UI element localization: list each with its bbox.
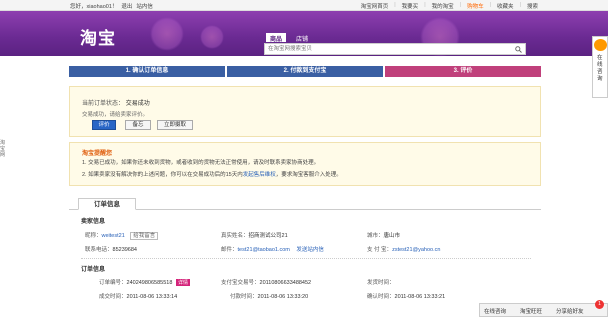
deal-time: 成交时间：2011-08-06 13:33:14 <box>99 292 177 300</box>
site-header: 淘宝 商品 店铺 <box>0 11 608 57</box>
seller-nick: 昵称：weitest21 给我留言 <box>85 231 159 240</box>
rate-button[interactable]: 评价 <box>92 120 116 130</box>
divider: | <box>394 2 396 8</box>
mytaobao-link[interactable]: 我的淘宝 <box>432 2 454 10</box>
wangwang-button[interactable]: 淘宝旺旺 <box>520 307 542 315</box>
tab-goods[interactable]: 商品 <box>266 33 287 43</box>
order-no-value: 240249806585518 <box>126 280 173 286</box>
tips-line-2-tail: ，要求淘宝客服介入处理。 <box>275 172 342 178</box>
order-number: 订单编号：240249806585518 详情 <box>99 278 190 286</box>
tips-line-1: 1. 交易已成功，如果你还未收到货物，或者收到的货物无法正常使用，请及时联系卖家… <box>82 160 320 166</box>
decoration-icon <box>150 17 184 51</box>
seller-row-1: 昵称：weitest21 给我留言 真实姓名：招商测试公司21 城市：唐山市 <box>85 231 535 240</box>
pay-time-value: 2011-08-06 13:33:20 <box>257 294 309 300</box>
ship-time: 发货时间： <box>367 278 395 286</box>
seller-phone: 联系电话：85239684 <box>85 245 137 253</box>
send-message-link[interactable]: 发送站内信 <box>296 247 324 253</box>
order-status-box: 当前订单状态： 交易成功 交易成功，请给卖家评价。 评价 备忘 立即摄取 <box>69 86 541 137</box>
status-line: 当前订单状态： 交易成功 <box>82 98 150 107</box>
divider: | <box>519 2 521 8</box>
buy-link[interactable]: 我要买 <box>402 2 419 10</box>
order-steps: 1. 确认订单信息 2. 付款到支付宝 3. 评价 <box>69 66 541 77</box>
order-section-title: 订单信息 <box>81 267 106 273</box>
alipay-label: 支 付 宝： <box>367 247 393 253</box>
step-2: 2. 付款到支付宝 <box>227 66 383 77</box>
order-row-1: 订单编号：240249806585518 详情 支付宝交易号：201108066… <box>85 278 535 286</box>
seller-realname: 真实姓名：招商测试公司21 <box>221 231 288 239</box>
search-input[interactable] <box>265 44 505 54</box>
notification-count-badge[interactable]: 1 <box>595 300 604 309</box>
logout-link[interactable]: 退出 <box>121 2 132 10</box>
city-value: 唐山市 <box>383 233 401 239</box>
home-link[interactable]: 淘宝网首页 <box>361 2 389 10</box>
status-hint: 交易成功，请给卖家评价。 <box>82 112 149 118</box>
tab-shop[interactable]: 店铺 <box>292 33 312 43</box>
nick-label: 昵称： <box>85 233 102 239</box>
section-divider <box>81 258 531 259</box>
pay-time: 付款时间：2011-08-06 13:33:20 <box>230 292 308 300</box>
deal-time-value: 2011-08-06 13:33:14 <box>126 294 178 300</box>
order-detail-badge[interactable]: 详情 <box>175 279 190 286</box>
taobao-tips-box: 淘宝提醒您 1. 交易已成功，如果你还未收到货物，或者收到的货物无法正常使用，请… <box>69 142 541 186</box>
seller-row-2: 联系电话：85239684 邮件：test21@taobao1.com 发送站内… <box>85 245 535 253</box>
phone-label: 联系电话： <box>85 247 113 253</box>
site-logo[interactable]: 淘宝 <box>80 24 116 49</box>
email-link[interactable]: test21@taobao1.com <box>238 247 290 253</box>
bottom-service-bar: 在线咨询 淘宝旺旺 分享给好友 1 <box>479 300 608 317</box>
memo-button[interactable]: 备忘 <box>125 120 151 130</box>
alipay-link[interactable]: zstest21@yahoo.cn <box>392 247 440 253</box>
divider: | <box>489 2 492 8</box>
leave-message-button[interactable]: 给我留言 <box>130 232 159 240</box>
mascot-icon <box>594 39 607 51</box>
seller-alipay: 支 付 宝：zstest21@yahoo.cn <box>367 245 440 253</box>
city-label: 城市： <box>367 233 384 239</box>
search-link[interactable]: 搜索 <box>527 2 538 10</box>
order-no-label: 订单编号： <box>99 280 127 286</box>
step-3: 3. 评价 <box>385 66 541 77</box>
immediate-button[interactable]: 立即摄取 <box>157 120 193 130</box>
step-1: 1. 确认订单信息 <box>69 66 225 77</box>
after-sale-link[interactable]: 发起售后维权 <box>243 172 276 178</box>
seller-email: 邮件：test21@taobao1.com 发送站内信 <box>221 245 324 253</box>
top-nav-bar: 您好，xiaohao01！ 退出 站内信 淘宝网首页 | 我要买 | 我的淘宝 … <box>0 0 608 11</box>
tips-title: 淘宝提醒您 <box>82 151 113 157</box>
divider: | <box>459 2 462 8</box>
tips-line-2: 2. 如果卖家没有解决你的上述问题，你可以在交易成功后的15天内发起售后维权，要… <box>82 170 342 178</box>
tab-order-info[interactable]: 订单信息 <box>78 198 136 210</box>
order-row-2: 成交时间：2011-08-06 13:33:14 付款时间：2011-08-06… <box>85 292 535 300</box>
divider: | <box>424 2 426 8</box>
seller-section-title: 卖家信息 <box>81 219 106 225</box>
order-info-panel: 卖家信息 昵称：weitest21 给我留言 真实姓名：招商测试公司21 城市：… <box>69 209 541 317</box>
decoration-icon <box>200 25 224 49</box>
status-label: 当前订单状态： <box>82 101 125 107</box>
realname-label: 真实姓名： <box>221 233 249 239</box>
seller-city: 城市：唐山市 <box>367 231 400 239</box>
favorites-link[interactable]: 收藏夹 <box>497 2 514 10</box>
confirm-time-value: 2011-08-06 13:33:21 <box>394 294 446 300</box>
online-service-label: 在线咨询 <box>597 55 603 82</box>
deal-time-label: 成交时间： <box>99 294 127 300</box>
status-value: 交易成功 <box>125 101 150 107</box>
consult-button[interactable]: 在线咨询 <box>484 307 506 315</box>
cart-link[interactable]: 购物车 <box>467 2 484 10</box>
alipay-tx-value: 20110806633488452 <box>259 280 312 286</box>
greeting-text: 您好，xiaohao01！ <box>70 4 118 10</box>
alipay-tx-label: 支付宝交易号： <box>221 280 260 286</box>
seller-nick-link[interactable]: weitest21 <box>102 233 125 239</box>
confirm-time-label: 确认时间： <box>367 294 395 300</box>
phone-value: 85239684 <box>112 247 137 253</box>
ship-time-label: 发货时间： <box>367 280 395 286</box>
pay-time-label: 付款时间： <box>230 294 258 300</box>
share-button[interactable]: 分享给好友 <box>556 307 584 315</box>
confirm-time: 确认时间：2011-08-06 13:33:21 <box>367 292 445 300</box>
tips-line-2-text: 2. 如果卖家没有解决你的上述问题，你可以在交易成功后的15天内 <box>82 172 243 178</box>
search-icon[interactable] <box>515 46 522 55</box>
email-label: 邮件： <box>221 247 238 253</box>
realname-value: 招商测试公司21 <box>248 233 288 239</box>
online-service-float[interactable]: 在线咨询 <box>592 36 608 98</box>
search-box <box>264 43 526 55</box>
alipay-transaction: 支付宝交易号：20110806633488452 <box>221 278 311 286</box>
messages-link[interactable]: 站内信 <box>136 2 153 10</box>
left-side-tab[interactable]: 淘宝网 <box>0 140 7 158</box>
